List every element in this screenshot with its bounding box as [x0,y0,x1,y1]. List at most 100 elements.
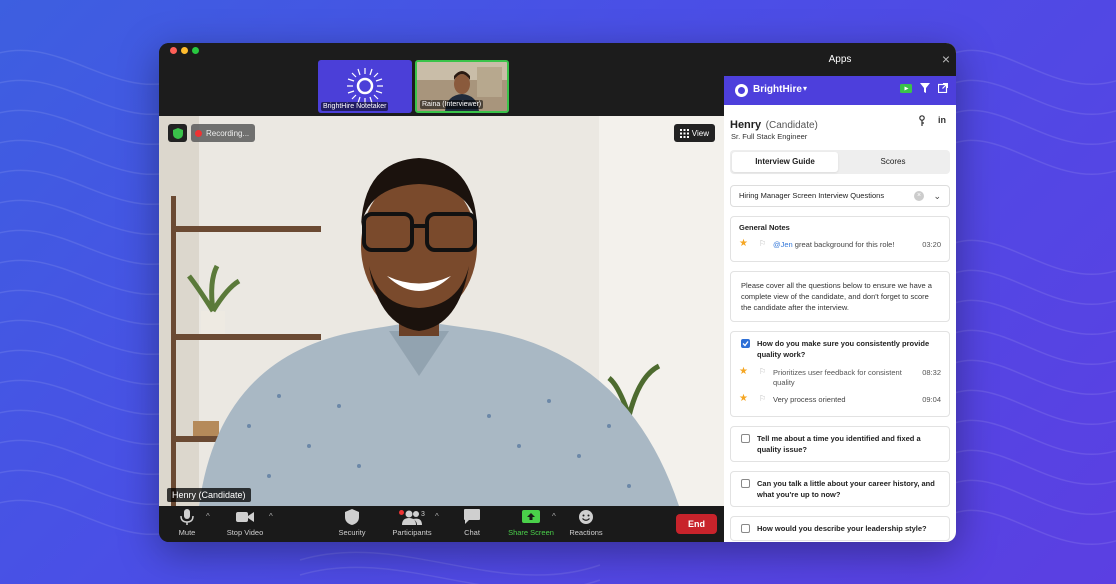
participants-button[interactable]: Participants [382,509,442,537]
question-card: Tell me about a time you identified and … [730,426,950,462]
question-text: How do you make sure you consistently pr… [757,339,930,359]
apps-title: Apps [828,54,852,65]
zoom-window: BrightHire Notetaker Raina (Interviewer) [159,43,956,542]
clear-icon[interactable]: × [914,191,924,201]
question-checkbox[interactable] [741,339,750,348]
note-text: @Jen great background for this role! [773,240,913,250]
question-text: Tell me about a time you identified and … [757,434,921,454]
tab-scores[interactable]: Scores [840,152,946,172]
general-notes-card: General Notes ★ ⚐ @Jen great background … [730,216,950,262]
note-text: Very process oriented [773,395,846,404]
note-item[interactable]: ★ ⚐ Prioritizes user feedback for consis… [739,363,941,387]
title-bar [159,43,724,58]
instructions-card: Please cover all the questions below to … [730,271,950,322]
question-row: How would you describe your leadership s… [739,523,941,534]
smiley-icon [579,510,593,524]
minimize-window-button[interactable] [181,47,188,54]
apps-panel: Apps × BrightHire ▾ Henry (Candidate) in [724,43,956,542]
security-button[interactable]: Security [322,509,382,537]
candidate-video [159,116,724,506]
tab-interview-guide[interactable]: Interview Guide [732,152,838,172]
brighthire-bar: BrightHire ▾ [724,76,956,105]
general-notes-title: General Notes [739,223,790,232]
question-checkbox[interactable] [741,524,750,533]
check-icon [742,341,749,347]
note-item[interactable]: ★ ⚐ @Jen great background for this role!… [739,235,941,255]
note-timestamp[interactable]: 08:32 [922,368,941,377]
participants-options-caret[interactable]: ^ [435,512,439,521]
interview-guide-select[interactable]: Hiring Manager Screen Interview Question… [730,185,950,207]
note-timestamp[interactable]: 09:04 [922,395,941,404]
apps-header: Apps × [724,43,956,76]
mute-options-caret[interactable]: ^ [206,512,210,521]
flag-icon[interactable]: ⚐ [759,394,766,403]
view-button[interactable]: View [673,124,715,142]
close-window-button[interactable] [170,47,177,54]
note-body: great background for this role! [792,240,895,249]
security-label: Security [338,528,366,537]
flag-icon[interactable]: ⚐ [759,239,766,248]
star-icon[interactable]: ★ [739,366,748,377]
record-video-icon[interactable] [900,83,912,93]
video-camera-icon [236,512,254,522]
question-card: How would you describe your leadership s… [730,516,950,541]
microphone-icon [180,509,194,525]
linkedin-icon[interactable]: in [938,115,946,126]
brighthire-actions [900,83,948,93]
reactions-label: Reactions [569,528,603,537]
main-video-stage: Recording... View Henry (Candidate) [159,116,724,506]
note-text: Prioritizes user feedback for consistent… [773,368,902,387]
candidate-role: (Candidate) [765,120,818,131]
recording-indicator[interactable]: Recording... [191,124,256,142]
chevron-down-icon[interactable]: ⌄ [933,186,941,206]
question-checkbox[interactable] [741,434,750,443]
candidate-header: Henry (Candidate) in [730,115,950,137]
recording-label: Recording... [206,128,250,138]
notification-dot [399,510,404,515]
thumbnail-label: BrightHire Notetaker [321,102,389,111]
grid-icon [679,128,689,138]
participants-icon [402,510,422,525]
note-item[interactable]: ★ ⚐ Very process oriented 09:04 [739,390,941,410]
reactions-button[interactable]: Reactions [556,509,616,537]
share-screen-label: Share Screen [508,528,554,537]
participant-thumbnails: BrightHire Notetaker Raina (Interviewer) [159,58,724,116]
shield-icon [345,509,359,525]
question-text: How would you describe your leadership s… [757,524,927,533]
close-icon[interactable]: × [942,43,950,76]
brighthire-title[interactable]: BrightHire [753,84,802,95]
note-timestamp[interactable]: 03:20 [922,240,941,249]
brighthire-shield-icon[interactable] [168,124,187,142]
question-checkbox[interactable] [741,479,750,488]
speaker-name-tag: Henry (Candidate) [167,488,251,502]
thumbnail-brighthire-notetaker[interactable]: BrightHire Notetaker [318,60,412,113]
end-meeting-button[interactable]: End [676,514,717,534]
filter-icon[interactable] [920,83,930,93]
question-card: How do you make sure you consistently pr… [730,331,950,417]
candidate-links: in [918,115,946,126]
question-row: Can you talk a little about your career … [739,478,941,500]
interview-panel: Henry (Candidate) in Sr. Full Stack Engi… [724,105,956,541]
chat-button[interactable]: Chat [442,509,502,537]
participants-label: Participants [392,528,432,537]
mute-label: Mute [178,528,196,537]
chevron-down-icon[interactable]: ▾ [803,84,807,93]
key-icon[interactable] [918,115,926,126]
video-options-caret[interactable]: ^ [269,512,273,521]
mention[interactable]: @Jen [773,240,793,249]
external-link-icon[interactable] [938,83,948,93]
question-card: Can you talk a little about your career … [730,471,950,507]
question-text: Can you talk a little about your career … [757,479,935,499]
chat-bubble-icon [464,509,480,524]
maximize-window-button[interactable] [192,47,199,54]
star-icon[interactable]: ★ [739,393,748,404]
share-screen-icon [522,510,540,523]
meeting-toolbar: Mute ^ Stop Video ^ Security Participant… [159,506,724,542]
recording-dot-icon [195,129,202,137]
candidate-name: Henry [730,119,762,131]
question-row: Tell me about a time you identified and … [739,433,941,455]
thumbnail-raina[interactable]: Raina (Interviewer) [415,60,509,113]
stop-video-button[interactable]: Stop Video [215,509,275,537]
flag-icon[interactable]: ⚐ [759,367,766,376]
star-icon[interactable]: ★ [739,238,748,249]
